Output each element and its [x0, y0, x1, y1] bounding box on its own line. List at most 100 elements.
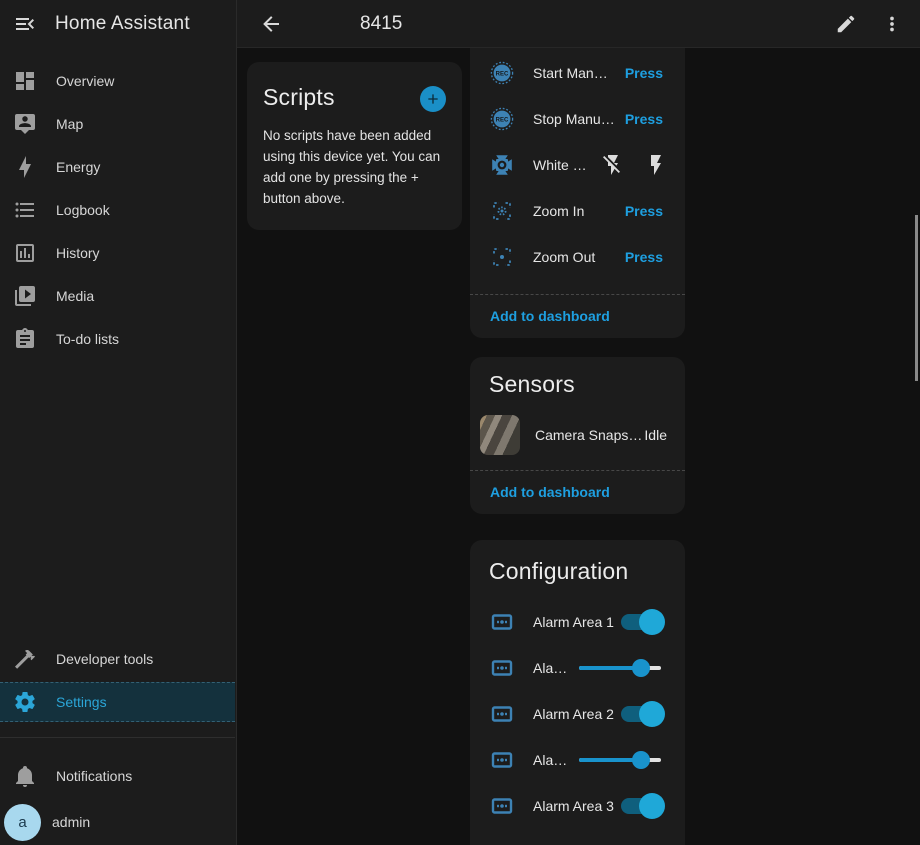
sidebar: Home Assistant Overview Map Energy Logbo… [0, 0, 237, 845]
zoom-out-icon[interactable] [490, 245, 514, 269]
sidebar-item-profile[interactable]: a admin [0, 802, 235, 842]
control-label: Zoom Out [533, 249, 625, 265]
sidebar-item-label: Map [56, 116, 83, 132]
press-button[interactable]: Press [625, 249, 663, 265]
config-label: Alarm Area 1 [533, 614, 621, 630]
sidebar-item-developer-tools[interactable]: Developer tools [0, 639, 235, 679]
config-row: Ala… [470, 645, 685, 691]
config-row: Ala… [470, 737, 685, 783]
sidebar-item-energy[interactable]: Energy [0, 147, 236, 187]
play-box-icon [9, 284, 41, 308]
alarm-area-toggle[interactable] [621, 796, 661, 816]
add-script-button[interactable] [420, 86, 446, 112]
app-title: Home Assistant [55, 13, 190, 35]
scrollbar-thumb[interactable] [915, 215, 918, 381]
sidebar-item-label: To-do lists [56, 331, 119, 347]
device-page-scroll-area: Scripts No scripts have been added using… [237, 48, 920, 845]
sidebar-header: Home Assistant [0, 0, 236, 48]
alarm-area-icon[interactable] [490, 656, 514, 680]
sidebar-toggle-button[interactable] [9, 8, 41, 40]
sidebar-item-label: Overview [56, 73, 114, 89]
control-row: Zoom Out Press [470, 234, 685, 280]
avatar: a [4, 804, 41, 841]
sidebar-item-history[interactable]: History [0, 233, 236, 273]
dashboard-icon [9, 69, 41, 93]
chart-box-icon [9, 241, 41, 265]
svg-text:REC: REC [496, 71, 509, 77]
sidebar-item-settings[interactable]: Settings [0, 682, 235, 722]
sensor-label: Camera Snaps… [535, 427, 644, 443]
control-label: Start Man… [533, 65, 625, 81]
alarm-area-toggle[interactable] [621, 612, 661, 632]
map-account-icon [9, 112, 41, 136]
sidebar-bottom: Developer tools Settings Notifications a… [0, 636, 235, 845]
sidebar-item-notifications[interactable]: Notifications [0, 756, 235, 796]
add-to-dashboard-link[interactable]: Add to dashboard [470, 295, 685, 338]
sidebar-nav: Overview Map Energy Logbook History Medi… [0, 48, 236, 359]
config-row: Alarm Area 3 [470, 783, 685, 829]
arrow-left-icon [259, 12, 283, 36]
flash-on-icon[interactable] [644, 153, 668, 177]
controls-card: REC Start Man… Press REC Stop Manu… Pres… [470, 48, 685, 338]
config-row: Alarm Area 1 [470, 599, 685, 645]
sensors-card-title: Sensors [470, 357, 685, 398]
press-button[interactable]: Press [625, 203, 663, 219]
sidebar-item-logbook[interactable]: Logbook [0, 190, 236, 230]
plus-icon [425, 91, 441, 107]
hammer-icon [9, 647, 41, 671]
sidebar-item-todo-lists[interactable]: To-do lists [0, 319, 236, 359]
add-to-dashboard-link[interactable]: Add to dashboard [470, 471, 685, 514]
press-button[interactable]: Press [625, 111, 663, 127]
record-icon[interactable]: REC [490, 107, 514, 131]
sidebar-item-media[interactable]: Media [0, 276, 236, 316]
list-icon [9, 198, 41, 222]
sidebar-item-label: History [56, 245, 100, 261]
control-row: Zoom In Press [470, 188, 685, 234]
scripts-card: Scripts No scripts have been added using… [247, 62, 462, 230]
record-icon[interactable]: REC [490, 61, 514, 85]
lightning-icon [9, 155, 41, 179]
control-row: White … [470, 142, 685, 188]
press-button[interactable]: Press [625, 65, 663, 81]
flash-off-icon[interactable] [601, 153, 625, 177]
sidebar-item-label: Notifications [56, 768, 132, 784]
control-row: REC Stop Manu… Press [470, 96, 685, 142]
alarm-area-icon[interactable] [490, 702, 514, 726]
sidebar-item-label: Developer tools [56, 651, 153, 667]
scripts-card-title: Scripts [263, 84, 335, 111]
config-label: Ala… [533, 660, 579, 676]
config-label: Alarm Area 2 [533, 706, 621, 722]
alarm-area-icon[interactable] [490, 794, 514, 818]
sidebar-item-label: Settings [56, 694, 107, 710]
home-assistant-app: Home Assistant Overview Map Energy Logbo… [0, 0, 920, 845]
alarm-sensitivity-slider[interactable] [579, 750, 661, 770]
alarm-area-toggle[interactable] [621, 704, 661, 724]
sidebar-item-label: Media [56, 288, 94, 304]
sidebar-item-overview[interactable]: Overview [0, 61, 236, 101]
control-label: White … [533, 157, 601, 173]
sensors-card: Sensors Camera Snaps… Idle Add to dashbo… [470, 357, 685, 514]
page-header: 8415 [237, 0, 920, 48]
svg-text:REC: REC [496, 117, 509, 123]
sensor-row: Camera Snaps… Idle [470, 411, 685, 459]
sidebar-item-map[interactable]: Map [0, 104, 236, 144]
main-content: 8415 Scripts No scripts have be [237, 0, 920, 845]
config-row: Alarm Area 2 [470, 691, 685, 737]
alarm-area-icon[interactable] [490, 610, 514, 634]
floodlight-icon[interactable] [490, 153, 514, 177]
zoom-in-icon[interactable] [490, 199, 514, 223]
configuration-card-title: Configuration [470, 540, 685, 585]
overflow-menu-button[interactable] [876, 8, 908, 40]
back-button[interactable] [255, 8, 287, 40]
control-label: Zoom In [533, 203, 625, 219]
config-label: Ala… [533, 752, 579, 768]
alarm-area-icon[interactable] [490, 748, 514, 772]
edit-button[interactable] [830, 8, 862, 40]
control-label: Stop Manu… [533, 111, 625, 127]
clipboard-icon [9, 327, 41, 351]
camera-thumbnail[interactable] [480, 415, 520, 455]
gear-icon [9, 690, 41, 714]
alarm-sensitivity-slider[interactable] [579, 658, 661, 678]
menu-open-icon [13, 12, 37, 36]
scripts-empty-text: No scripts have been added using this de… [263, 125, 446, 209]
